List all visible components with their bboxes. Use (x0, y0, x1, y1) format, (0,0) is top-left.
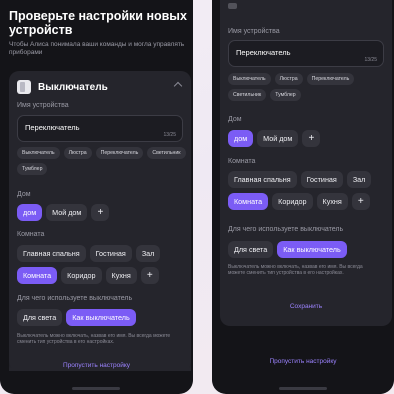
home-option-dom[interactable]: дом (228, 130, 254, 147)
name-suggestions: Выключатель Люстра Переключатель Светиль… (17, 147, 187, 175)
room-option-selected[interactable]: Комната (228, 193, 269, 210)
usage-hint: Выключатель можно включать, назвав его и… (228, 264, 363, 276)
device-name-value: Переключатель (25, 123, 80, 132)
room-option[interactable]: Главная спальня (228, 171, 297, 188)
save-button[interactable]: Сохранить (220, 303, 392, 310)
add-room-button[interactable]: + (140, 267, 159, 284)
home-label: Дом (228, 116, 242, 123)
usage-option-light[interactable]: Для света (17, 309, 63, 326)
suggestion-chip[interactable]: Светильник (228, 89, 267, 101)
device-card: Имя устройства Переключатель 13/25 Выклю… (220, 0, 392, 326)
suggestion-chip[interactable]: Переключатель (306, 73, 355, 85)
home-indicator (72, 387, 120, 390)
usage-label: Для чего используете выключатель (17, 295, 133, 302)
room-option[interactable]: Зал (135, 245, 161, 262)
room-option[interactable]: Коридор (272, 193, 313, 210)
suggestion-chip[interactable]: Переключатель (95, 147, 144, 159)
right-screen: Имя устройства Переключатель 13/25 Выклю… (212, 0, 394, 394)
suggestion-chip[interactable]: Тумблер (17, 163, 48, 175)
skip-setup-link[interactable]: Пропустить настройку (212, 358, 394, 365)
chevron-up-icon[interactable] (173, 81, 183, 91)
room-label: Комната (228, 158, 256, 165)
page-title: Проверьте настройки новых устройств (9, 9, 187, 37)
home-option-dom[interactable]: дом (17, 204, 43, 221)
room-options: Главная спальня Гостиная Зал Комната Кор… (17, 245, 187, 284)
suggestion-chip[interactable]: Светильник (147, 147, 186, 159)
name-suggestions: Выключатель Люстра Переключатель Светиль… (228, 73, 388, 101)
usage-option-switch[interactable]: Как выключатель (277, 241, 347, 258)
room-option[interactable]: Зал (346, 171, 372, 188)
home-option-my-home[interactable]: Мой дом (46, 204, 88, 221)
name-label: Имя устройства (17, 102, 69, 109)
char-counter: 13/25 (163, 132, 176, 138)
room-options: Главная спальня Гостиная Зал Комната Кор… (228, 171, 390, 210)
add-home-button[interactable]: + (302, 130, 321, 147)
skip-setup-link[interactable]: Пропустить настройку (0, 362, 193, 369)
device-card-header[interactable]: Выключатель (17, 79, 108, 95)
room-option[interactable]: Гостиная (300, 171, 343, 188)
switch-icon (17, 80, 31, 94)
home-label: Дом (17, 191, 31, 198)
room-option[interactable]: Главная спальня (17, 245, 86, 262)
home-options: дом Мой дом + (17, 204, 110, 221)
suggestion-chip[interactable]: Люстра (63, 147, 92, 159)
suggestion-chip[interactable]: Тумблер (270, 89, 301, 101)
room-label: Комната (17, 231, 45, 238)
suggestion-chip[interactable]: Люстра (274, 73, 303, 85)
page-subtitle: Чтобы Алиса понимала ваши команды и могл… (9, 41, 185, 56)
name-label: Имя устройства (228, 28, 280, 35)
room-option[interactable]: Коридор (61, 267, 102, 284)
room-option[interactable]: Кухня (316, 193, 348, 210)
room-option[interactable]: Кухня (105, 267, 137, 284)
suggestion-chip[interactable]: Выключатель (228, 73, 271, 85)
usage-option-light[interactable]: Для света (228, 241, 274, 258)
left-screen: Проверьте настройки новых устройств Чтоб… (0, 0, 193, 394)
home-indicator (279, 387, 327, 390)
room-option[interactable]: Гостиная (89, 245, 132, 262)
usage-hint: Выключатель можно включать, назвав его и… (17, 333, 171, 345)
add-room-button[interactable]: + (351, 193, 370, 210)
usage-options: Для света Как выключатель (228, 241, 347, 258)
usage-option-switch[interactable]: Как выключатель (66, 309, 136, 326)
device-card-title: Выключатель (38, 81, 108, 93)
usage-label: Для чего используете выключатель (228, 226, 344, 233)
room-option-selected[interactable]: Комната (17, 267, 58, 284)
suggestion-chip[interactable]: Выключатель (17, 147, 60, 159)
device-name-field[interactable]: Переключатель 13/25 (228, 40, 384, 67)
home-option-my-home[interactable]: Мой дом (257, 130, 299, 147)
char-counter: 13/25 (364, 57, 377, 63)
device-name-value: Переключатель (236, 48, 291, 57)
device-name-field[interactable]: Переключатель 13/25 (17, 115, 183, 142)
usage-options: Для света Как выключатель (17, 309, 136, 326)
device-card: Выключатель Имя устройства Переключатель… (9, 71, 191, 371)
add-home-button[interactable]: + (91, 204, 110, 221)
switch-icon (228, 3, 237, 9)
home-options: дом Мой дом + (228, 130, 321, 147)
